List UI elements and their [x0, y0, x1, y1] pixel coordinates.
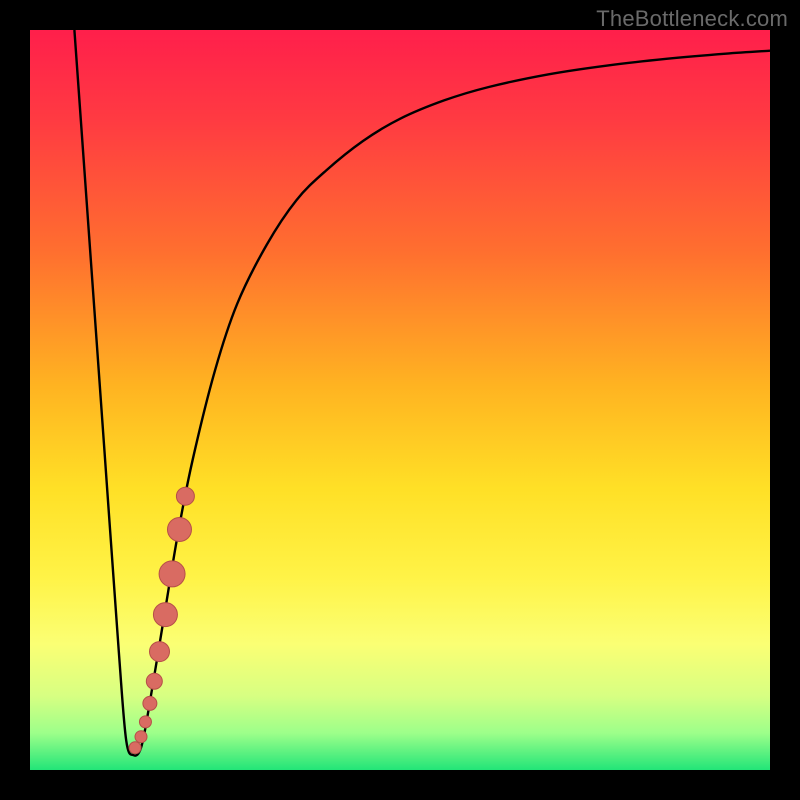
- watermark-text: TheBottleneck.com: [596, 6, 788, 32]
- highlight-dot: [143, 696, 157, 710]
- highlight-dot: [129, 742, 141, 754]
- highlight-dot: [146, 673, 162, 689]
- highlight-dot: [167, 518, 191, 542]
- chart-frame: TheBottleneck.com: [0, 0, 800, 800]
- gradient-background: [30, 30, 770, 770]
- plot-area: [30, 30, 770, 770]
- highlight-dot: [150, 642, 170, 662]
- highlight-dot: [159, 561, 185, 587]
- chart-svg: [30, 30, 770, 770]
- highlight-dot: [139, 716, 151, 728]
- highlight-dot: [135, 731, 147, 743]
- highlight-dot: [176, 487, 194, 505]
- highlight-dot: [153, 603, 177, 627]
